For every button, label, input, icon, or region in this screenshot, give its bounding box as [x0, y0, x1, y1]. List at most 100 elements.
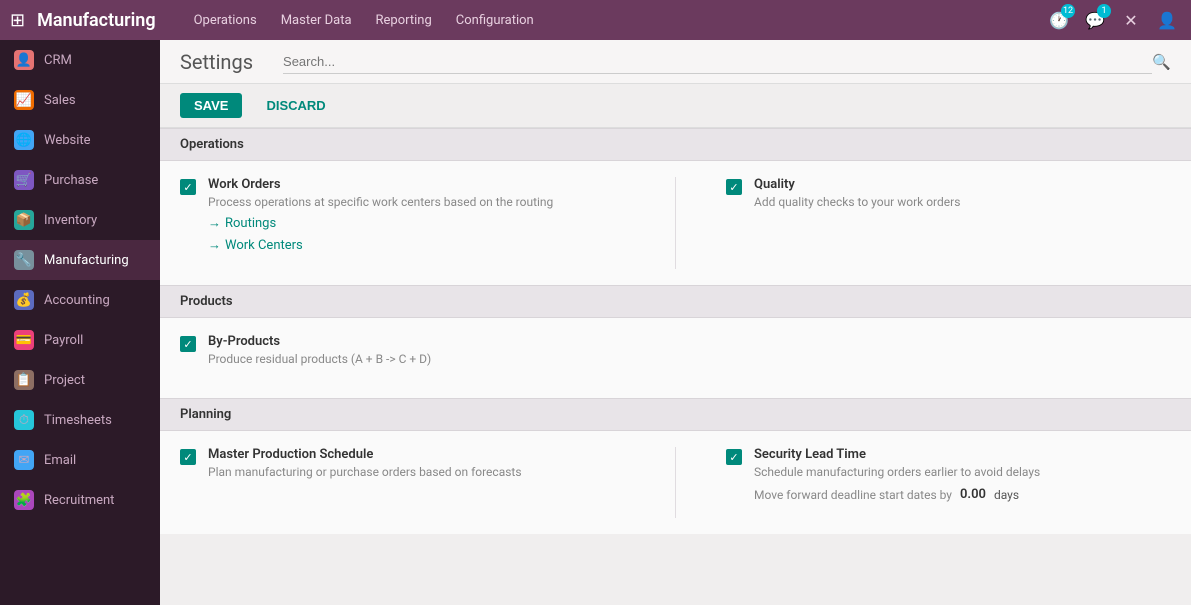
- search-icon: 🔍: [1152, 53, 1171, 71]
- sidebar-label-sales: Sales: [44, 93, 76, 108]
- security-lead-value-row: Move forward deadline start dates by 0.0…: [754, 487, 1040, 502]
- settings-title: Settings: [180, 50, 253, 74]
- chat-badge: 1: [1097, 4, 1111, 18]
- mps-desc: Plan manufacturing or purchase orders ba…: [208, 465, 522, 479]
- section-operations: Operations Work Orders Process operation…: [160, 128, 1191, 285]
- security-days-label: days: [994, 488, 1019, 502]
- clock-badge: 12: [1061, 4, 1075, 18]
- mps-feature: Master Production Schedule Plan manufact…: [180, 447, 625, 479]
- section-products-body: By-Products Produce residual products (A…: [160, 318, 1191, 398]
- mps-details: Master Production Schedule Plan manufact…: [208, 447, 522, 479]
- inventory-icon: 📦: [14, 210, 34, 230]
- payroll-icon: 💳: [14, 330, 34, 350]
- sidebar-item-payroll[interactable]: 💳 Payroll: [0, 320, 160, 360]
- quality-checkbox[interactable]: [726, 179, 742, 195]
- sidebar-label-purchase: Purchase: [44, 173, 98, 188]
- sidebar-item-accounting[interactable]: 💰 Accounting: [0, 280, 160, 320]
- section-products: Products By-Products Produce residual pr…: [160, 285, 1191, 398]
- sidebar-label-website: Website: [44, 133, 91, 148]
- quality-title: Quality: [754, 177, 960, 192]
- sidebar-label-manufacturing: Manufacturing: [44, 253, 129, 268]
- work-centers-link[interactable]: Work Centers: [208, 237, 553, 253]
- crm-icon: 👤: [14, 50, 34, 70]
- work-orders-checkbox[interactable]: [180, 179, 196, 195]
- sidebar: 👤 CRM 📈 Sales 🌐 Website 🛒 Purchase 📦 Inv…: [0, 40, 160, 605]
- planning-right-col: Security Lead Time Schedule manufacturin…: [726, 447, 1171, 518]
- purchase-icon: 🛒: [14, 170, 34, 190]
- sidebar-label-email: Email: [44, 453, 76, 468]
- byproducts-checkbox[interactable]: [180, 336, 196, 352]
- settings-toolbar: SAVE DISCARD: [160, 84, 1191, 128]
- email-icon: ✉: [14, 450, 34, 470]
- grid-menu-icon[interactable]: ⊞: [10, 10, 25, 31]
- search-input[interactable]: [283, 50, 1152, 74]
- sidebar-label-inventory: Inventory: [44, 213, 97, 228]
- planning-feature-grid: Master Production Schedule Plan manufact…: [180, 447, 1171, 518]
- chat-icon[interactable]: 💬 1: [1081, 6, 1109, 34]
- security-lead-title: Security Lead Time: [754, 447, 1040, 462]
- security-lead-checkbox[interactable]: [726, 449, 742, 465]
- security-lead-number: 0.00: [960, 487, 986, 502]
- security-lead-label: Move forward deadline start dates by: [754, 488, 952, 502]
- website-icon: 🌐: [14, 130, 34, 150]
- quality-desc: Add quality checks to your work orders: [754, 195, 960, 209]
- settings-content: Operations Work Orders Process operation…: [160, 128, 1191, 534]
- sidebar-item-email[interactable]: ✉ Email: [0, 440, 160, 480]
- security-lead-desc: Schedule manufacturing orders earlier to…: [754, 465, 1040, 479]
- nav-configuration[interactable]: Configuration: [446, 9, 544, 32]
- operations-right-col: Quality Add quality checks to your work …: [726, 177, 1171, 269]
- user-avatar[interactable]: 👤: [1153, 6, 1181, 34]
- clock-icon[interactable]: 🕐 12: [1045, 6, 1073, 34]
- sidebar-label-payroll: Payroll: [44, 333, 83, 348]
- operations-left-col: Work Orders Process operations at specif…: [180, 177, 625, 269]
- section-planning-body: Master Production Schedule Plan manufact…: [160, 431, 1191, 534]
- mps-checkbox[interactable]: [180, 449, 196, 465]
- byproducts-details: By-Products Produce residual products (A…: [208, 334, 431, 366]
- sidebar-label-project: Project: [44, 373, 85, 388]
- sidebar-item-inventory[interactable]: 📦 Inventory: [0, 200, 160, 240]
- mps-title: Master Production Schedule: [208, 447, 522, 462]
- sidebar-item-crm[interactable]: 👤 CRM: [0, 40, 160, 80]
- timesheets-icon: ⏱: [14, 410, 34, 430]
- main-content: Settings 🔍 SAVE DISCARD Operations Work …: [160, 40, 1191, 605]
- sidebar-label-timesheets: Timesheets: [44, 413, 112, 428]
- sidebar-label-crm: CRM: [44, 53, 72, 68]
- security-lead-details: Security Lead Time Schedule manufacturin…: [754, 447, 1040, 502]
- operations-feature-grid: Work Orders Process operations at specif…: [180, 177, 1171, 269]
- nav-menu: Operations Master Data Reporting Configu…: [184, 9, 544, 32]
- project-icon: 📋: [14, 370, 34, 390]
- sidebar-label-accounting: Accounting: [44, 293, 110, 308]
- nav-master-data[interactable]: Master Data: [271, 9, 362, 32]
- save-button[interactable]: SAVE: [180, 93, 242, 118]
- manufacturing-icon: 🔧: [14, 250, 34, 270]
- section-planning: Planning Master Production Schedule Plan…: [160, 398, 1191, 534]
- work-orders-title: Work Orders: [208, 177, 553, 192]
- sidebar-item-purchase[interactable]: 🛒 Purchase: [0, 160, 160, 200]
- routings-link[interactable]: Routings: [208, 215, 553, 231]
- close-icon[interactable]: ✕: [1117, 6, 1145, 34]
- sidebar-item-website[interactable]: 🌐 Website: [0, 120, 160, 160]
- byproducts-title: By-Products: [208, 334, 431, 349]
- sidebar-item-project[interactable]: 📋 Project: [0, 360, 160, 400]
- sidebar-item-timesheets[interactable]: ⏱ Timesheets: [0, 400, 160, 440]
- settings-search-bar: Settings 🔍: [160, 40, 1191, 84]
- sidebar-item-recruitment[interactable]: 🧩 Recruitment: [0, 480, 160, 520]
- section-planning-header: Planning: [160, 398, 1191, 431]
- quality-details: Quality Add quality checks to your work …: [754, 177, 960, 209]
- topnav-right-actions: 🕐 12 💬 1 ✕ 👤: [1045, 6, 1181, 34]
- nav-operations[interactable]: Operations: [184, 9, 267, 32]
- nav-reporting[interactable]: Reporting: [366, 9, 442, 32]
- section-operations-header: Operations: [160, 128, 1191, 161]
- discard-button[interactable]: DISCARD: [252, 93, 339, 118]
- byproducts-feature: By-Products Produce residual products (A…: [180, 334, 1171, 366]
- work-orders-details: Work Orders Process operations at specif…: [208, 177, 553, 253]
- quality-feature: Quality Add quality checks to your work …: [726, 177, 1171, 209]
- sidebar-label-recruitment: Recruitment: [44, 493, 114, 508]
- app-title: Manufacturing: [37, 10, 156, 31]
- accounting-icon: 💰: [14, 290, 34, 310]
- sidebar-item-sales[interactable]: 📈 Sales: [0, 80, 160, 120]
- recruitment-icon: 🧩: [14, 490, 34, 510]
- sales-icon: 📈: [14, 90, 34, 110]
- sidebar-item-manufacturing[interactable]: 🔧 Manufacturing: [0, 240, 160, 280]
- section-operations-body: Work Orders Process operations at specif…: [160, 161, 1191, 285]
